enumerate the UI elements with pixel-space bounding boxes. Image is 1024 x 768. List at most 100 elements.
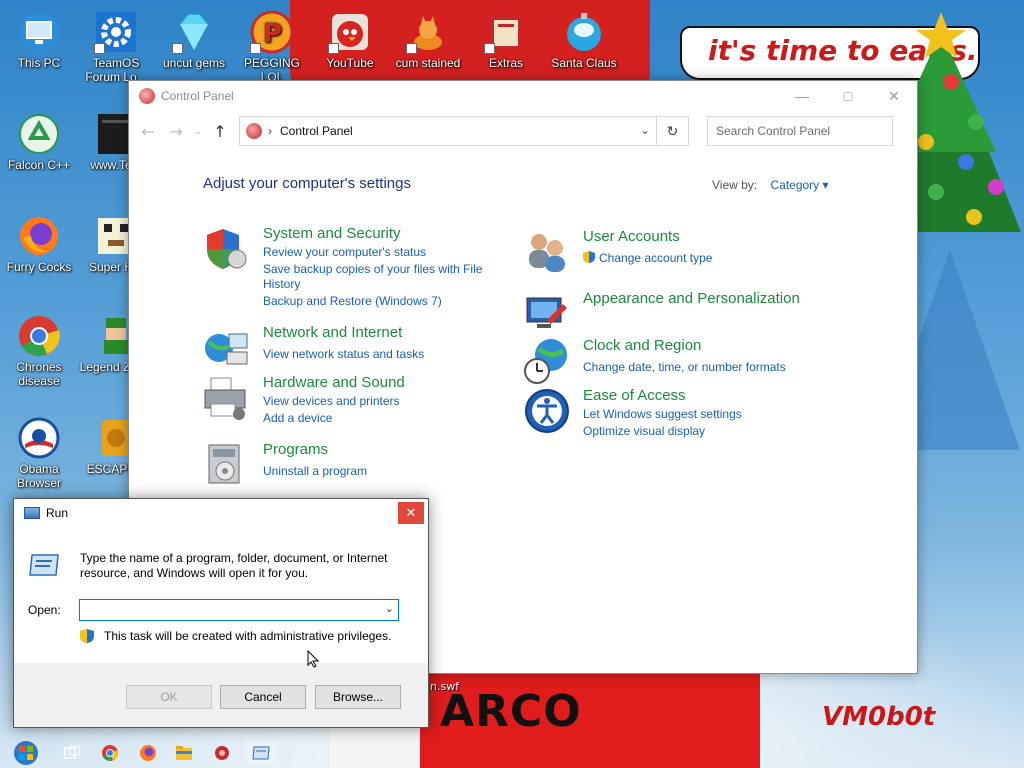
recycle-icon (17, 112, 61, 156)
category-title[interactable]: Programs (263, 441, 328, 458)
address-bar[interactable]: › Control Panel ⌄ ↻ (239, 116, 689, 146)
desktop-icon-obama-browser[interactable]: Obama Browser (1, 416, 77, 490)
breadcrumb-control-panel[interactable]: Control Panel (280, 124, 353, 138)
category-link[interactable]: View network status and tasks (263, 347, 424, 362)
view-by: View by: Category ▾ (712, 178, 829, 192)
control-panel-titlebar[interactable]: Control Panel — □ ✕ (129, 81, 917, 111)
search-input[interactable]: Search Control Panel (707, 116, 893, 146)
obama-logo-icon (17, 416, 61, 460)
category-title[interactable]: Clock and Region (583, 337, 701, 354)
run-description: Type the name of a program, folder, docu… (80, 551, 388, 580)
clock-globe-icon (523, 337, 571, 385)
chrome-icon[interactable] (98, 742, 122, 764)
chrome-icon (17, 314, 61, 358)
appearance-icon (523, 290, 571, 338)
category-title[interactable]: Ease of Access (583, 387, 686, 404)
desktop-icon-cum-stained[interactable]: cum stained (390, 10, 466, 70)
category-link[interactable]: Optimize visual display (583, 424, 705, 439)
gear-icon (94, 10, 138, 54)
desktop-icon-this-pc[interactable]: This PC (1, 10, 77, 70)
desktop-icon-label: Furry Cocks (6, 260, 72, 274)
desktop-icon-pegging[interactable]: P PEGGING LOL (234, 10, 310, 84)
shield-icon (203, 225, 251, 273)
run-body: Type the name of a program, folder, docu… (14, 527, 428, 663)
firefox-icon[interactable] (136, 742, 160, 764)
control-panel-icon[interactable] (210, 742, 234, 764)
desktop-icon-label: This PC (17, 56, 61, 70)
desktop-icon-teamos[interactable]: TeamOS Forum Lo... (78, 10, 154, 84)
task-view-icon[interactable] (60, 742, 84, 764)
desktop-icon-youtube[interactable]: YouTube (312, 10, 388, 70)
open-input[interactable]: ⌄ (79, 599, 399, 621)
view-by-label: View by: (712, 178, 758, 192)
category-link[interactable]: View devices and printers (263, 394, 400, 409)
wallpaper-file-label: n.swf (430, 680, 460, 693)
navigation-bar: ← → ⌄ ↑ › Control Panel ⌄ ↻ Search Contr… (129, 111, 917, 151)
category-title[interactable]: System and Security (263, 225, 401, 242)
category-title[interactable]: Appearance and Personalization (583, 290, 800, 307)
ok-button[interactable]: OK (126, 685, 212, 709)
close-button[interactable]: ✕ (871, 81, 917, 111)
desktop-icon-santa-claus[interactable]: Santa Claus (546, 10, 622, 70)
category-link[interactable]: Change account type (599, 251, 712, 266)
desktop-icon-label: Falcon C++ (7, 158, 71, 172)
browse-button[interactable]: Browse... (315, 685, 401, 709)
svg-text:P: P (263, 19, 282, 49)
page-title: Adjust your computer's settings (203, 175, 411, 192)
run-icon[interactable] (246, 742, 276, 764)
refresh-icon[interactable]: ↻ (656, 117, 688, 145)
category-title[interactable]: Network and Internet (263, 324, 402, 341)
category-link[interactable]: Review your computer's status (263, 245, 426, 260)
category-link[interactable]: Uninstall a program (263, 464, 367, 479)
breadcrumb-chevron-icon[interactable]: › (268, 124, 272, 138)
desktop-icon-falcon[interactable]: Falcon C++ (1, 112, 77, 172)
run-icon (24, 507, 40, 519)
up-arrow-icon[interactable]: ↑ (209, 122, 231, 141)
category-link[interactable]: Backup and Restore (Windows 7) (263, 294, 442, 309)
maximize-button[interactable]: □ (825, 81, 871, 111)
view-by-dropdown[interactable]: Category ▾ (770, 178, 828, 192)
ornament-icon (562, 10, 606, 54)
category-title[interactable]: User Accounts (583, 228, 680, 245)
run-dialog: Run ✕ Type the name of a program, folder… (13, 498, 429, 728)
close-button[interactable]: ✕ (398, 502, 424, 524)
desktop-icon-label: Chrones disease (16, 360, 62, 388)
wallpaper-signature: VM0b0t (822, 702, 936, 732)
programs-icon (203, 441, 251, 489)
network-icon (203, 324, 251, 372)
angry-bird-icon (328, 10, 372, 54)
desktop-icon-extras[interactable]: Extras (468, 10, 544, 70)
category-link[interactable]: Save backup copies of your files with Fi… (263, 262, 493, 292)
chevron-down-icon[interactable]: ⌄ (385, 602, 394, 615)
mouse-cursor-icon (307, 650, 319, 668)
desktop-icon-label: YouTube (326, 56, 374, 70)
back-arrow-icon[interactable]: ← (137, 122, 159, 141)
category-link[interactable]: Change date, time, or number formats (583, 360, 786, 375)
ease-of-access-icon (523, 387, 571, 435)
admin-note-text: This task will be created with administr… (104, 629, 392, 643)
run-titlebar[interactable]: Run ✕ (14, 499, 428, 527)
start-button[interactable] (8, 740, 44, 766)
category-link[interactable]: Add a device (263, 411, 332, 426)
uac-shield-icon (583, 251, 595, 263)
desktop-icon-chrones[interactable]: Chrones disease (1, 314, 77, 388)
p-logo-icon: P (250, 10, 294, 54)
cat-icon (406, 10, 450, 54)
category-title[interactable]: Hardware and Sound (263, 374, 405, 391)
file-explorer-icon[interactable] (172, 742, 196, 764)
forward-arrow-icon[interactable]: → (165, 122, 187, 141)
desktop-icon-label: Obama Browser (16, 462, 61, 490)
printer-icon (203, 374, 251, 422)
chevron-down-icon[interactable]: ⌄ (640, 123, 650, 137)
desktop-icon-uncut-gems[interactable]: uncut gems (156, 10, 232, 70)
cancel-button[interactable]: Cancel (220, 685, 306, 709)
search-placeholder: Search Control Panel (716, 124, 831, 138)
minimize-button[interactable]: — (779, 81, 825, 111)
recent-locations-chevron-icon[interactable]: ⌄ (193, 126, 203, 137)
monitor-icon (17, 10, 61, 54)
run-title: Run (46, 506, 69, 520)
wallpaper-text: ARCO (440, 686, 582, 737)
category-link[interactable]: Let Windows suggest settings (583, 407, 742, 422)
desktop-icon-furry[interactable]: Furry Cocks (1, 214, 77, 274)
uac-shield-icon (80, 629, 94, 643)
